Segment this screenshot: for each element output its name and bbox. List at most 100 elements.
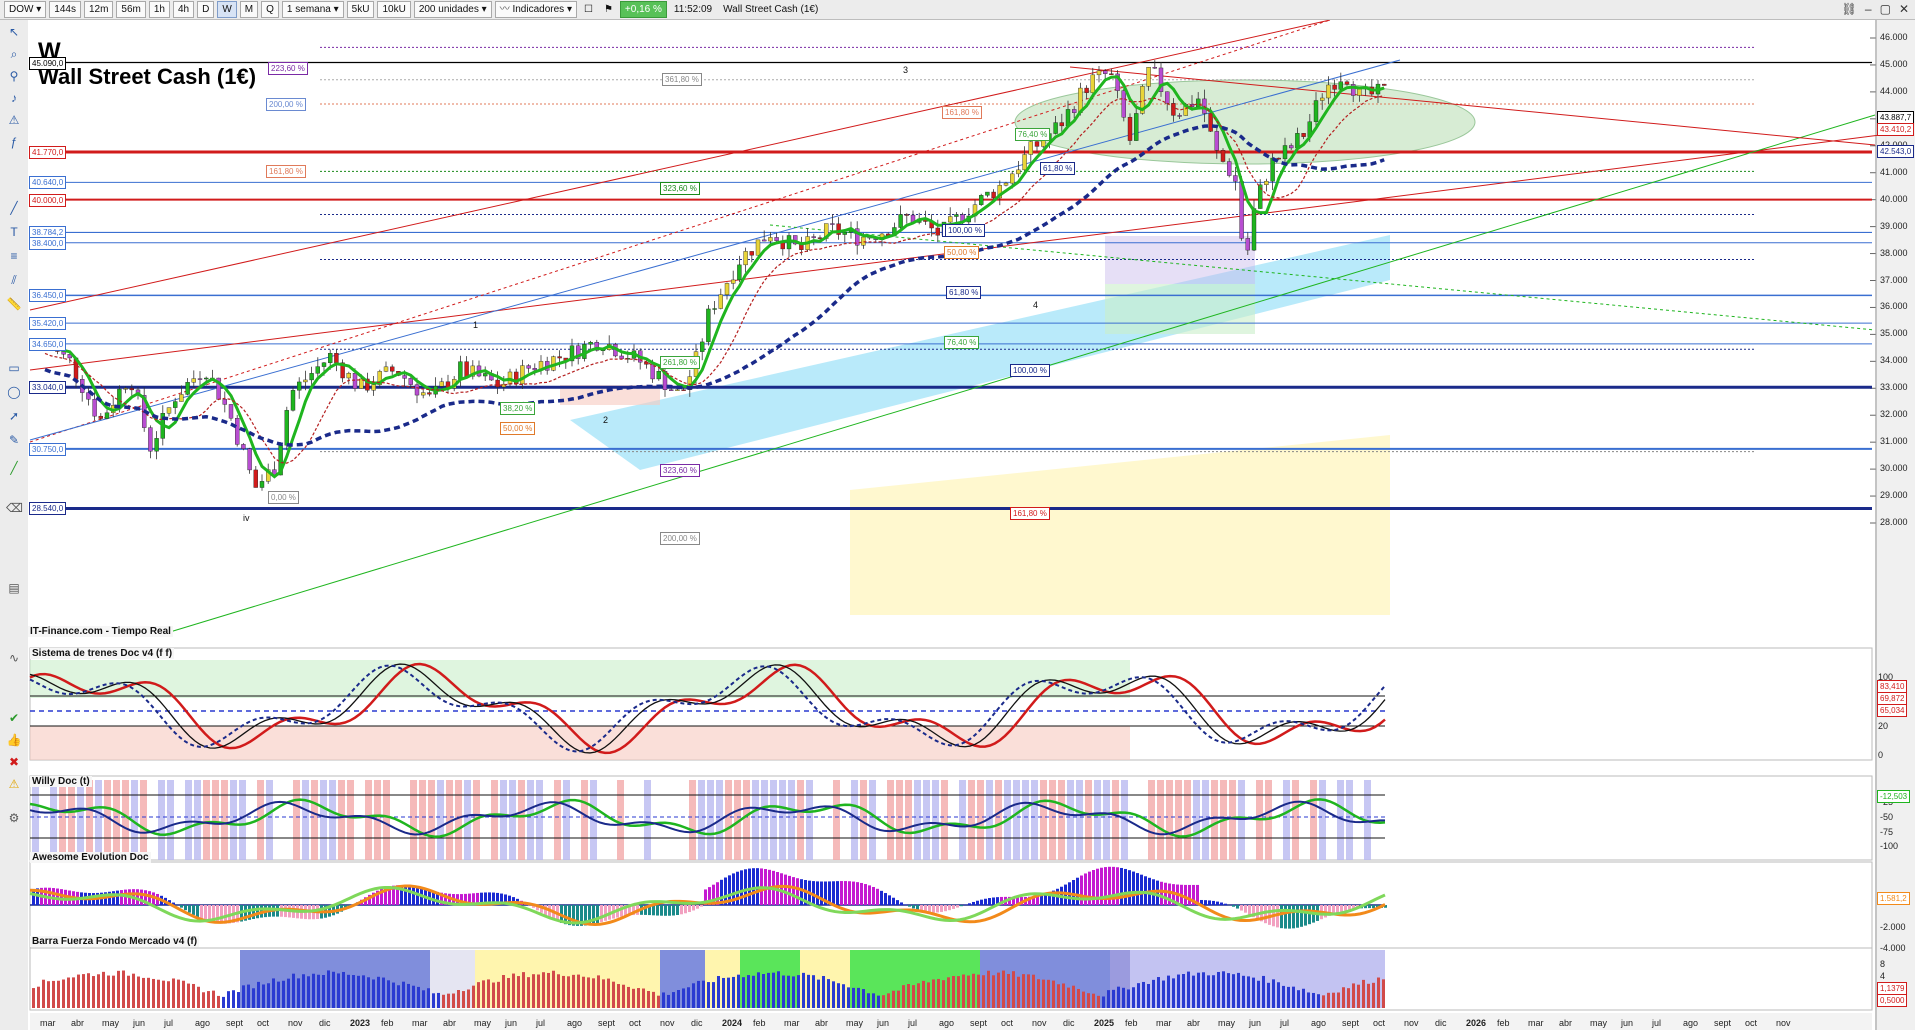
candle-body: [315, 366, 320, 374]
barra-bar: [1252, 977, 1255, 1008]
candle-body: [1071, 109, 1077, 113]
time-axis-label: may: [846, 1018, 864, 1028]
time-axis-label: jul: [1652, 1018, 1662, 1028]
willy-bar: [32, 780, 39, 860]
barra-bar: [1067, 987, 1070, 1008]
willy-bar: [1319, 780, 1326, 860]
fib-tag: 161,80 %: [266, 165, 306, 178]
panel-title-trenes[interactable]: Sistema de trenes Doc v4 (f f): [30, 648, 175, 659]
willy-bar: [212, 780, 219, 860]
willy-bar: [1040, 780, 1047, 860]
candle-body: [203, 377, 209, 380]
awesome-bar: [864, 884, 867, 905]
timeframe-m[interactable]: M: [239, 1, 259, 18]
link-icon[interactable]: ⛓: [1842, 2, 1857, 16]
timeframe-12m[interactable]: 12m: [83, 1, 114, 18]
barra-bar: [67, 977, 70, 1008]
barra-axis-label: 8: [1880, 959, 1886, 969]
candle-body: [408, 378, 413, 385]
awesome-bar: [1220, 902, 1223, 905]
timeframe-q[interactable]: Q: [261, 1, 279, 18]
time-axis-label: ago: [195, 1018, 211, 1028]
window-controls: ⛓ – ▢ ✕: [1842, 2, 1909, 16]
barra-bar: [577, 974, 580, 1008]
candle-body: [297, 381, 302, 391]
barra-bar: [1092, 993, 1095, 1008]
price-axis-label: 46.000: [1880, 32, 1908, 42]
willy-bar: [797, 780, 804, 860]
barra-bar: [1087, 993, 1090, 1008]
period-selector[interactable]: 1 semana ▾: [281, 1, 344, 18]
close-button[interactable]: ✕: [1899, 2, 1909, 16]
barra-bar: [462, 991, 465, 1008]
indicators-icon: 〰: [499, 4, 510, 15]
minimize-button[interactable]: –: [1865, 2, 1872, 16]
barra-bar: [147, 977, 150, 1008]
willy-bar: [725, 780, 732, 860]
barra-bar: [32, 988, 35, 1008]
time-axis-label: may: [1590, 1018, 1608, 1028]
awesome-bar: [884, 893, 887, 905]
timeframe-w[interactable]: W: [217, 1, 237, 18]
barra-bar: [642, 988, 645, 1008]
awesome-bar: [988, 898, 991, 905]
barra-bar: [307, 976, 310, 1008]
barra-bar: [232, 990, 235, 1008]
timeframe-d[interactable]: D: [197, 1, 215, 18]
willy-bar: [464, 780, 471, 860]
awesome-bar: [1368, 905, 1371, 909]
awesome-bar: [1080, 875, 1083, 905]
barra-bar: [1132, 987, 1135, 1008]
barra-bar: [537, 974, 540, 1008]
barra-bar: [1047, 979, 1050, 1008]
timeframe-144s[interactable]: 144s: [49, 1, 81, 18]
flag-icon[interactable]: ⚑: [600, 2, 617, 17]
barra-bar: [347, 974, 350, 1008]
units-selector[interactable]: 200 unidades ▾: [413, 1, 492, 18]
willy-bar: [320, 780, 327, 860]
candle-body: [1084, 87, 1089, 93]
awesome-bar: [932, 905, 935, 913]
price-axis-label: 33.000: [1880, 382, 1908, 393]
timeframe-4h[interactable]: 4h: [172, 1, 195, 18]
barra-bar: [542, 972, 545, 1008]
awesome-bar: [412, 886, 415, 905]
time-axis-label: oct: [1001, 1018, 1014, 1028]
willy-bar: [194, 780, 201, 860]
panel-title-willy[interactable]: Willy Doc (t): [30, 776, 92, 787]
barra-bar: [847, 987, 850, 1008]
willy-bar: [1112, 780, 1119, 860]
barra-bar: [762, 974, 765, 1008]
time-axis-label: sept: [1342, 1018, 1360, 1028]
barra-bar: [1162, 980, 1165, 1008]
barra-bar: [487, 979, 490, 1008]
barra-bar: [842, 984, 845, 1008]
awesome-bar: [1208, 900, 1211, 905]
star-icon[interactable]: ☐: [580, 2, 597, 17]
symbol-selector[interactable]: DOW ▾: [4, 1, 47, 18]
time-axis-label: sept: [598, 1018, 616, 1028]
maximize-button[interactable]: ▢: [1880, 2, 1891, 16]
barra-bar: [597, 975, 600, 1008]
units-5k-button[interactable]: 5kU: [346, 1, 375, 18]
wave-label: 1: [473, 320, 479, 330]
indicators-button[interactable]: 〰 Indicadores ▾: [494, 1, 577, 18]
awesome-bar: [1248, 905, 1251, 915]
barra-bar: [1002, 970, 1005, 1008]
barra-bar: [1112, 989, 1115, 1008]
units-10k-button[interactable]: 10kU: [377, 1, 411, 18]
awesome-bar: [876, 888, 879, 905]
time-axis-label: sept: [226, 1018, 244, 1028]
barra-bar: [942, 980, 945, 1008]
panel-title-barra[interactable]: Barra Fuerza Fondo Mercado v4 (f): [30, 936, 200, 947]
panel-title-awesome[interactable]: Awesome Evolution Doc: [30, 852, 151, 863]
timeframe-56m[interactable]: 56m: [116, 1, 146, 18]
awesome-bar: [1212, 900, 1215, 905]
barra-bar: [1187, 971, 1190, 1008]
time-axis-label: nov: [1404, 1018, 1419, 1028]
barra-bar: [72, 977, 75, 1008]
barra-bar: [792, 976, 795, 1008]
barra-axis-label: 4: [1880, 971, 1886, 981]
time-axis-label: mar: [40, 1018, 56, 1028]
timeframe-1h[interactable]: 1h: [148, 1, 170, 18]
